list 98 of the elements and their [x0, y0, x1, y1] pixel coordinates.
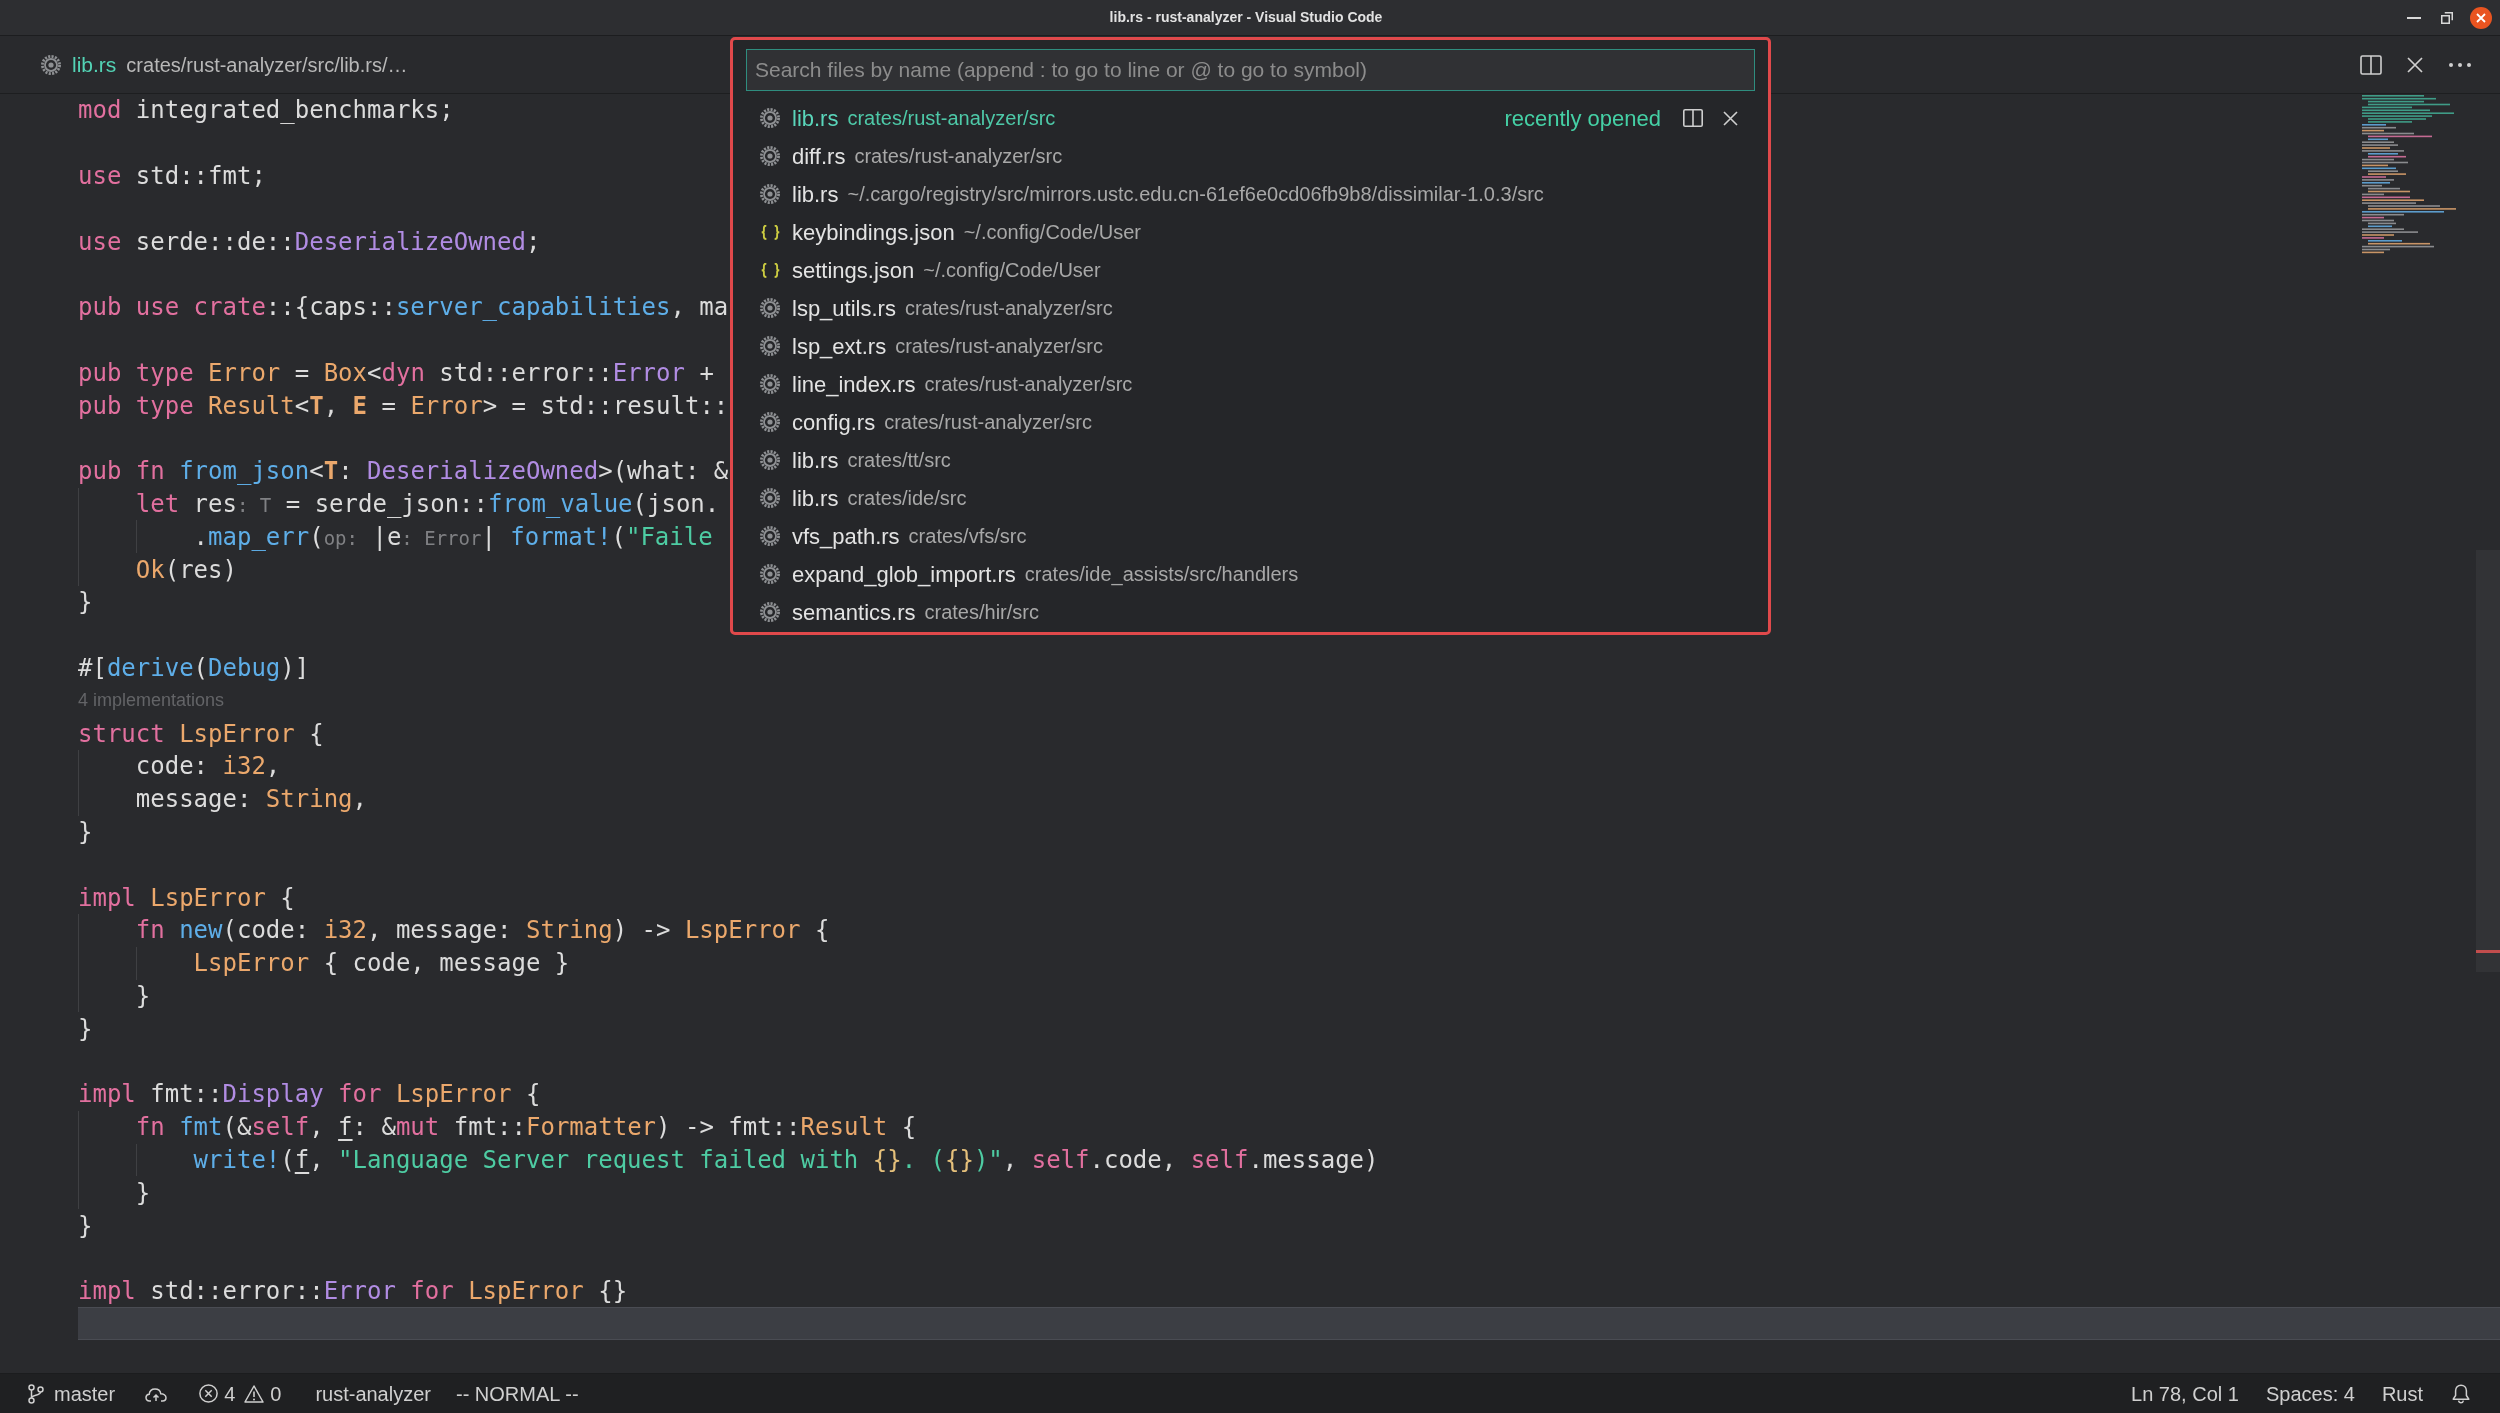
file-name[interactable]: lsp_utils.rs — [792, 291, 896, 325]
cog-icon — [760, 412, 780, 432]
status-item[interactable]: rust-analyzer — [315, 1378, 431, 1409]
file-path: ~/.cargo/registry/src/mirrors.ustc.edu.cn-61ef6e0cd06fb9b8/dissimilar-1.0.3/src — [847, 182, 1544, 207]
file-path: crates/rust-analyzer/src/lib.rs/… — [126, 52, 408, 78]
code-line: pub type Result<T, E = Error> = std::result:: — [78, 390, 729, 422]
braces-icon — [760, 224, 780, 240]
code-line: #[derive(Debug)] — [78, 652, 310, 684]
file-name[interactable]: lib.rs — [792, 443, 839, 477]
file-path: crates/rust-analyzer/src — [854, 144, 1063, 169]
close-icon[interactable] — [2470, 6, 2492, 29]
cog-icon — [760, 488, 780, 508]
cog-icon — [760, 184, 780, 204]
file-name[interactable]: vfs_path.rs — [792, 519, 900, 553]
code-line: impl std::error::Error for LspError {} — [78, 1276, 628, 1308]
file-path: crates/rust-analyzer/src — [904, 296, 1113, 321]
cog-icon — [760, 602, 780, 622]
file-path: ~/.config/Code/User — [923, 258, 1101, 283]
window-title: lib.rs - rust-analyzer - Visual Studio Code — [1109, 8, 1383, 27]
split-editor-icon[interactable] — [1683, 109, 1703, 127]
code-line: message: String, — [135, 784, 367, 816]
code-line: fn new(code: i32, message: String) -> LspError { — [135, 915, 830, 947]
code-line: pub fn from_json<T: DeserializeOwned>(what: & — [78, 456, 729, 488]
cog-icon — [760, 526, 780, 546]
cog-icon — [760, 336, 780, 356]
file-path: crates/rust-analyzer/src — [924, 372, 1133, 397]
code-line: let res: T = serde_json::from_value(json. — [135, 488, 720, 520]
file-name[interactable]: lib.rs — [792, 177, 839, 211]
scrollbar-thumb[interactable] — [2476, 550, 2500, 972]
file-name[interactable]: settings.json — [792, 253, 915, 287]
file-name[interactable]: lib.rs — [72, 48, 117, 81]
branch-button[interactable]: master — [28, 1378, 116, 1409]
code-line: mod integrated_benchmarks; — [78, 95, 454, 127]
code-line: } — [135, 1177, 151, 1209]
status-item[interactable]: Spaces: 4 — [2265, 1378, 2355, 1409]
warning-icon — [244, 1384, 265, 1403]
file-path: crates/hir/src — [924, 600, 1039, 625]
file-name[interactable]: expand_glob_import.rs — [792, 557, 1016, 591]
code-line: struct LspError { — [78, 718, 324, 750]
cog-icon — [760, 146, 780, 166]
code-line: } — [135, 980, 151, 1012]
file-name[interactable]: config.rs — [792, 405, 876, 439]
file-path: crates/tt/src — [847, 448, 951, 473]
errors-button[interactable]: 4 — [199, 1378, 236, 1409]
file-path: ~/.config/Code/User — [963, 220, 1141, 245]
status-item[interactable]: Rust — [2381, 1378, 2423, 1409]
code-line: use serde::de::DeserializeOwned; — [78, 226, 541, 258]
cog-icon — [760, 564, 780, 584]
file-path: crates/rust-analyzer/src — [884, 410, 1092, 435]
recently-opened-label: recently opened — [1504, 104, 1661, 133]
cog-icon — [760, 298, 780, 318]
file-path: crates/ide/src — [847, 486, 967, 511]
more-icon[interactable] — [2449, 62, 2471, 67]
restore-icon[interactable] — [2441, 11, 2453, 24]
cog-icon — [760, 374, 780, 394]
file-path: crates/rust-analyzer/src — [895, 334, 1103, 359]
code-line: impl fmt::Display for LspError { — [78, 1079, 541, 1111]
code-line: .map_err(op: |e: Error| format!("Faile — [193, 521, 713, 553]
code-line: use std::fmt; — [78, 161, 266, 192]
file-name[interactable]: diff.rs — [792, 139, 846, 173]
split-editor-icon[interactable] — [2360, 54, 2382, 75]
error-icon — [199, 1384, 219, 1403]
code-line: LspError { code, message } — [193, 948, 570, 980]
cog-icon — [760, 108, 780, 128]
code-line: } — [78, 1013, 93, 1045]
close-icon[interactable] — [2407, 56, 2423, 73]
warnings-button[interactable]: 0 — [244, 1378, 282, 1409]
braces-icon — [760, 262, 780, 278]
code-line: Ok(res) — [135, 554, 237, 586]
file-name[interactable]: lib.rs — [792, 101, 839, 135]
code-line: impl LspError { — [78, 882, 295, 914]
status-item[interactable]: Ln 78, Col 1 — [2131, 1378, 2239, 1409]
code-line: pub use crate::{caps::server_capabilities, ma — [78, 292, 729, 324]
code-line: } — [78, 587, 93, 619]
cog-icon — [41, 54, 61, 75]
minimize-icon[interactable] — [2407, 16, 2421, 19]
file-path: crates/rust-analyzer/src — [847, 106, 1056, 131]
cog-icon — [760, 450, 780, 470]
bell-icon[interactable] — [2452, 1383, 2470, 1404]
status-item[interactable]: -- NORMAL -- — [456, 1378, 579, 1409]
code-line: pub type Error = Box<dyn std::error::Error + — [78, 357, 714, 389]
code-line: write!(f, "Language Server request failed with {}. ({})", self.code, self.message) — [193, 1144, 1379, 1176]
file-name[interactable]: keybindings.json — [792, 215, 955, 249]
file-name[interactable]: semantics.rs — [792, 595, 916, 629]
close-icon[interactable] — [1723, 110, 1738, 126]
code-line: } — [78, 1210, 93, 1242]
file-name[interactable]: line_index.rs — [792, 367, 916, 401]
file-path: crates/ide_assists/src/handlers — [1024, 562, 1299, 588]
file-name[interactable]: lsp_ext.rs — [792, 329, 887, 363]
branch-icon — [28, 1383, 44, 1404]
code-line: code: i32, — [135, 751, 281, 783]
code-line: fn fmt(&self, f: &mut fmt::Formatter) -> fmt::Result { — [135, 1112, 917, 1144]
cloud-icon[interactable] — [145, 1385, 168, 1402]
file-name[interactable]: lib.rs — [792, 481, 839, 515]
file-path: crates/vfs/src — [908, 524, 1027, 549]
code-line: } — [78, 816, 93, 848]
search-field[interactable]: Search files by name (append : to go to line or @ to go to symbol) — [746, 49, 1755, 91]
ruler-mark-icon — [2476, 950, 2500, 953]
